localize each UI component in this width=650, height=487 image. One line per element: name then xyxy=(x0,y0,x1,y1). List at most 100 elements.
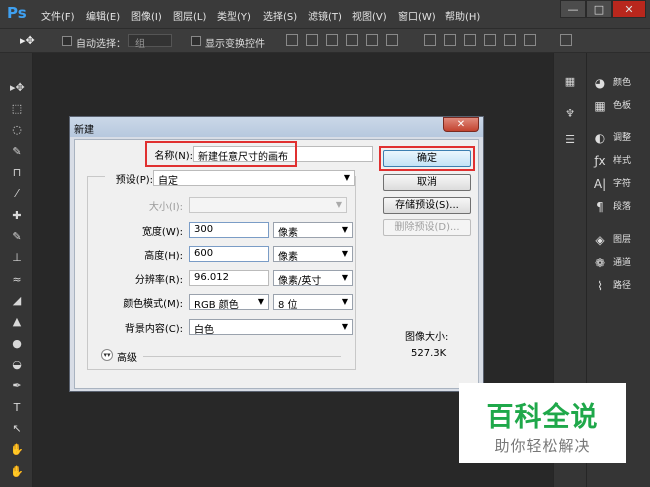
styles-icon: ƒx xyxy=(594,153,606,168)
height-unit-select[interactable]: 像素 ▼ xyxy=(273,246,353,263)
dialog-title-bar[interactable]: 新建 ✕ xyxy=(70,117,483,137)
panel-swatches[interactable]: ▦ 色板 xyxy=(593,98,631,116)
distribute-right-icon[interactable] xyxy=(524,34,536,46)
panel-channels[interactable]: ❁ 通道 xyxy=(593,255,631,273)
watermark-subtitle: 助你轻松解决 xyxy=(494,437,591,455)
menu-select[interactable]: 选择(S) xyxy=(263,8,297,23)
chevron-down-icon: ▼ xyxy=(257,297,264,306)
show-transform-checkbox[interactable] xyxy=(191,36,201,46)
stamp-tool-icon[interactable]: ⊥ xyxy=(10,251,24,265)
background-value: 白色 xyxy=(194,325,214,336)
advanced-label[interactable]: 高级 xyxy=(117,349,137,364)
panel-styles[interactable]: ƒx 样式 xyxy=(593,153,631,171)
shape-tool-icon[interactable]: ✋ xyxy=(10,443,24,457)
close-window-button[interactable]: ✕ xyxy=(612,0,646,18)
brush-presets-icon[interactable]: ♆ xyxy=(563,107,577,121)
panel-paths[interactable]: ⌇ 路径 xyxy=(593,278,631,296)
tools-panel: ▸✥ ⬚ ◌ ✎ ⊓ ⁄ ✚ ✎ ⊥ ≈ ◢ ▲ ● ◒ ✒ T ↖ ✋ ✋ xyxy=(0,53,33,487)
brush-tool-icon[interactable]: ✎ xyxy=(10,230,24,244)
properties-panel-icon[interactable]: ☰ xyxy=(563,133,577,147)
width-label: 宽度(W): xyxy=(141,227,183,238)
width-field[interactable]: 300 xyxy=(189,222,269,238)
paragraph-icon: ¶ xyxy=(596,199,604,214)
distribute-top-icon[interactable] xyxy=(424,34,436,46)
panel-label: 图层 xyxy=(613,235,632,245)
eraser-tool-icon[interactable]: ◢ xyxy=(10,294,24,308)
dialog-close-button[interactable]: ✕ xyxy=(443,117,479,132)
color-mode-value: RGB 颜色 xyxy=(194,300,239,311)
chevron-double-down-icon[interactable]: ▾▾ xyxy=(101,349,113,361)
dodge-tool-icon[interactable]: ◒ xyxy=(10,358,24,372)
panel-character[interactable]: A| 字符 xyxy=(593,176,631,194)
blur-tool-icon[interactable]: ● xyxy=(10,337,24,351)
watermark: 百科全说 助你轻松解决 xyxy=(459,383,626,463)
minimize-button[interactable]: — xyxy=(560,0,586,18)
panel-layers[interactable]: ◈ 图层 xyxy=(593,232,631,250)
auto-select-checkbox[interactable] xyxy=(62,36,72,46)
chevron-down-icon: ▼ xyxy=(341,273,348,282)
panel-color[interactable]: ◕ 颜色 xyxy=(593,75,631,93)
resolution-unit-select[interactable]: 像素/英寸 ▼ xyxy=(273,270,353,287)
paint-bucket-tool-icon[interactable]: ▲ xyxy=(10,315,24,329)
move-tool-icon[interactable]: ▸✥ xyxy=(10,81,25,95)
image-size-value: 527.3K xyxy=(411,348,447,359)
align-top-icon[interactable] xyxy=(286,34,298,46)
size-select: ▼ xyxy=(189,197,347,213)
move-tool-icon[interactable]: ▸✥ xyxy=(20,34,35,47)
menu-edit[interactable]: 编辑(E) xyxy=(86,8,120,23)
history-brush-tool-icon[interactable]: ≈ xyxy=(10,273,24,287)
bit-depth-select[interactable]: 8 位 ▼ xyxy=(273,294,353,311)
delete-preset-button: 删除预设(D)... xyxy=(383,219,471,236)
resolution-unit-value: 像素/英寸 xyxy=(278,276,322,287)
distribute-vcenter-icon[interactable] xyxy=(444,34,456,46)
auto-select-dropdown[interactable]: 组 xyxy=(128,34,172,50)
distribute-bottom-icon[interactable] xyxy=(464,34,476,46)
chevron-down-icon: ▼ xyxy=(341,249,348,258)
preset-select[interactable]: 自定 ▼ xyxy=(153,170,355,187)
maximize-button[interactable]: □ xyxy=(586,0,612,18)
healing-brush-tool-icon[interactable]: ✚ xyxy=(10,209,24,223)
crop-tool-icon[interactable]: ⊓ xyxy=(10,166,24,180)
chevron-down-icon: ▼ xyxy=(335,200,342,209)
panel-adjustments[interactable]: ◐ 调整 xyxy=(593,130,631,148)
marquee-tool-icon[interactable]: ⬚ xyxy=(10,102,24,116)
align-bottom-icon[interactable] xyxy=(326,34,338,46)
menu-filter[interactable]: 滤镜(T) xyxy=(308,8,342,23)
align-hcenter-icon[interactable] xyxy=(366,34,378,46)
menu-help[interactable]: 帮助(H) xyxy=(445,8,480,23)
color-mode-select[interactable]: RGB 颜色 ▼ xyxy=(189,294,269,311)
background-select[interactable]: 白色 ▼ xyxy=(189,319,353,336)
menu-window[interactable]: 窗口(W) xyxy=(398,8,436,23)
auto-align-icon[interactable] xyxy=(560,34,572,46)
type-tool-icon[interactable]: T xyxy=(10,401,24,415)
align-left-icon[interactable] xyxy=(346,34,358,46)
cancel-button[interactable]: 取消 xyxy=(383,174,471,191)
history-panel-icon[interactable]: ▦ xyxy=(563,75,577,89)
menu-layer[interactable]: 图层(L) xyxy=(173,8,206,23)
distribute-left-icon[interactable] xyxy=(484,34,496,46)
hand-tool-icon[interactable]: ✋ xyxy=(10,465,24,479)
width-unit-select[interactable]: 像素 ▼ xyxy=(273,222,353,239)
preset-label: 预设(P): xyxy=(105,171,153,186)
chevron-down-icon: ▼ xyxy=(341,322,348,331)
align-right-icon[interactable] xyxy=(386,34,398,46)
pen-tool-icon[interactable]: ✒ xyxy=(10,379,24,393)
save-preset-button[interactable]: 存储预设(S)... xyxy=(383,197,471,214)
quick-select-tool-icon[interactable]: ✎ xyxy=(10,145,24,159)
eyedropper-tool-icon[interactable]: ⁄ xyxy=(10,187,24,201)
distribute-hcenter-icon[interactable] xyxy=(504,34,516,46)
menu-view[interactable]: 视图(V) xyxy=(352,8,387,23)
swatches-icon: ▦ xyxy=(594,98,606,113)
menu-bar: Ps 文件(F) 编辑(E) 图像(I) 图层(L) 类型(Y) 选择(S) 滤… xyxy=(0,0,650,28)
menu-type[interactable]: 类型(Y) xyxy=(217,8,251,23)
lasso-tool-icon[interactable]: ◌ xyxy=(10,123,24,137)
resolution-field[interactable]: 96.012 xyxy=(189,270,269,286)
align-vcenter-icon[interactable] xyxy=(306,34,318,46)
path-select-tool-icon[interactable]: ↖ xyxy=(10,422,24,436)
menu-image[interactable]: 图像(I) xyxy=(131,8,162,23)
height-field[interactable]: 600 xyxy=(189,246,269,262)
panel-paragraph[interactable]: ¶ 段落 xyxy=(593,199,631,217)
bit-depth-value: 8 位 xyxy=(278,300,298,311)
menu-file[interactable]: 文件(F) xyxy=(41,8,75,23)
chevron-down-icon: ▼ xyxy=(341,225,348,234)
